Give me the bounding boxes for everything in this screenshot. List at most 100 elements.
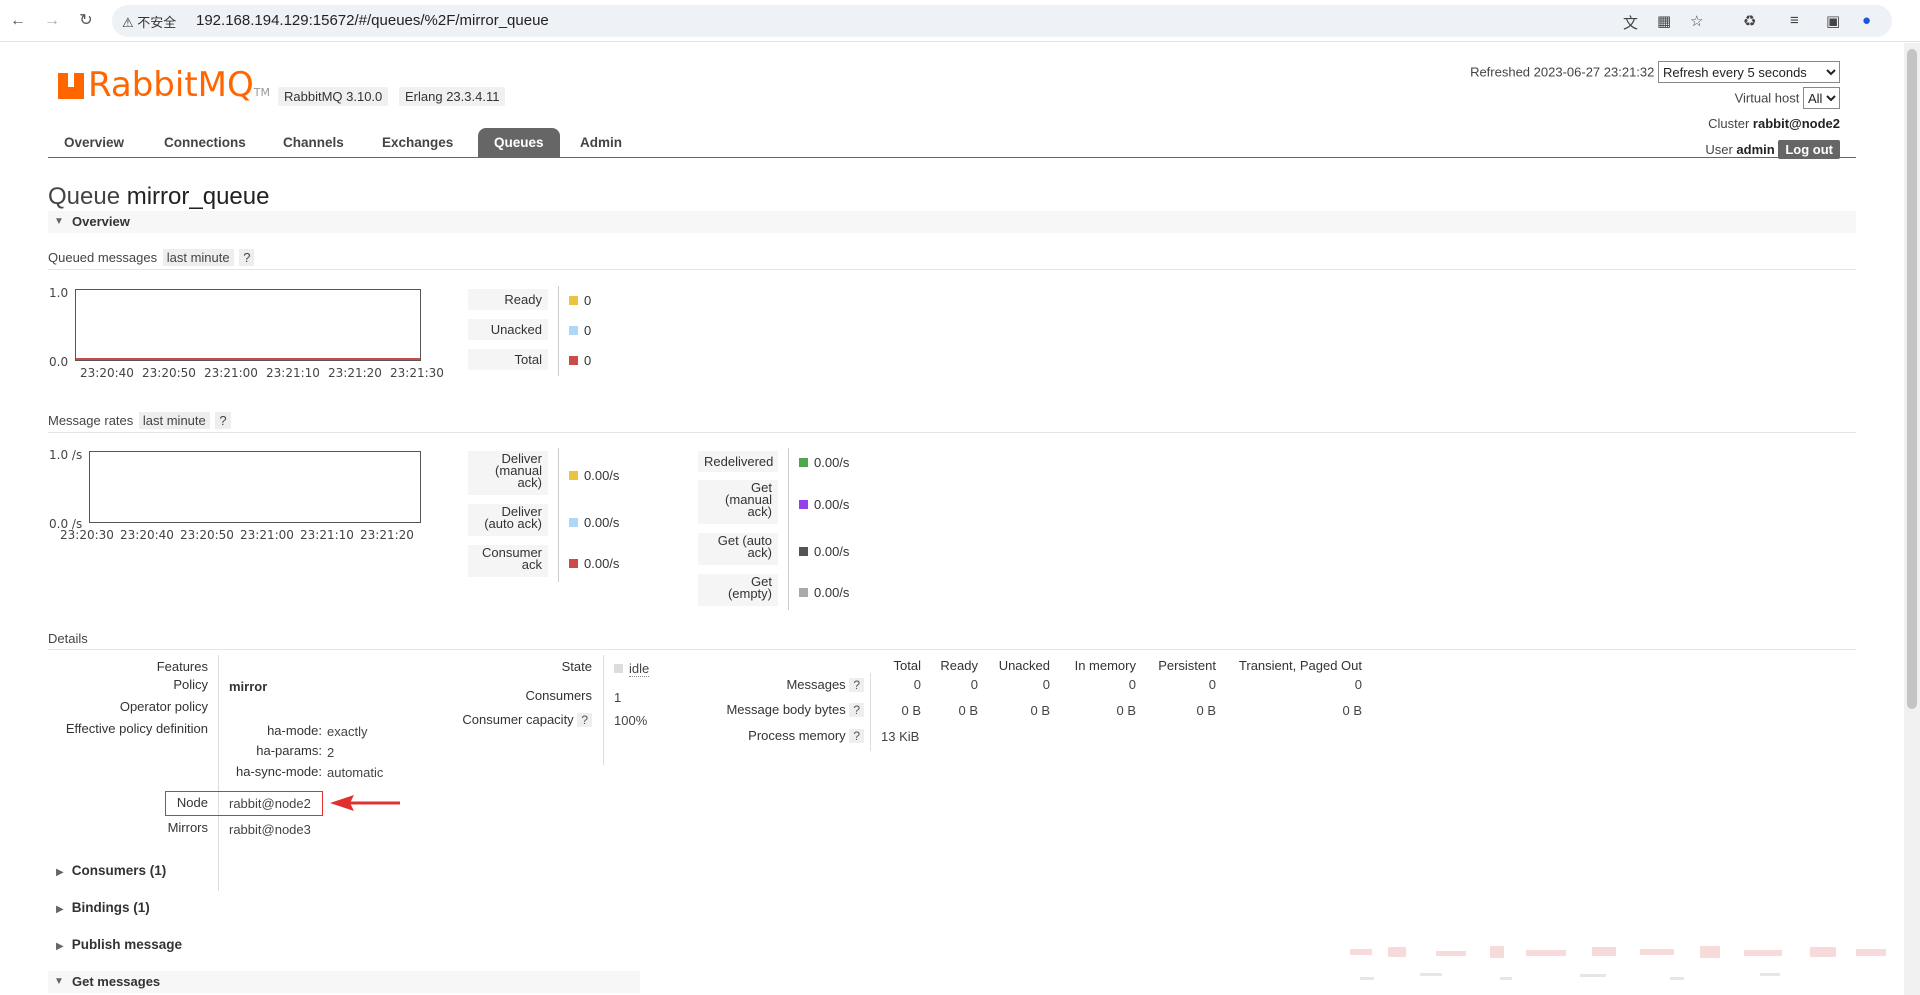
rabbitmq-logo-icon — [58, 73, 84, 99]
reload-icon[interactable]: ↻ — [74, 10, 98, 32]
overview-section-toggle[interactable]: ▼ Overview — [48, 211, 1856, 233]
queued-help-button[interactable]: ? — [239, 249, 255, 266]
bindings-section-toggle[interactable]: ▶ Bindings (1) — [56, 900, 150, 915]
legend-get-auto-value: 0.00/s — [799, 544, 849, 559]
profile-icon[interactable]: ● — [1862, 12, 1871, 29]
legend-unacked-label: Unacked — [468, 319, 548, 340]
rates-x-tick: 23:20:50 — [180, 528, 234, 542]
browser-toolbar: ← → ↻ ⚠ 不安全 192.168.194.129:15672/#/queu… — [0, 0, 1920, 42]
ha-mode-value: exactly — [327, 724, 368, 739]
refreshed-label: Refreshed 2023-06-27 23:21:32 — [1470, 64, 1655, 80]
message-rates-label-row: Message rates last minute ? — [48, 412, 231, 429]
consumers-section-toggle[interactable]: ▶ Consumers (1) — [56, 863, 166, 878]
policy-value-link[interactable]: mirror — [229, 679, 267, 694]
legend-total-value: 0 — [569, 353, 591, 368]
tab-queues[interactable]: Queues — [478, 128, 560, 158]
messages-in-memory: 0 — [1128, 677, 1136, 692]
legend-redelivered-label: Redelivered — [698, 451, 778, 472]
messages-help-button[interactable]: ? — [849, 678, 864, 692]
legend-consumer-ack-value: 0.00/s — [569, 556, 619, 571]
tab-exchanges[interactable]: Exchanges — [366, 128, 469, 158]
erlang-badge: Erlang 23.3.4.11 — [399, 87, 506, 106]
legend-get-empty-value: 0.00/s — [799, 585, 849, 600]
queued-x-tick: 23:21:00 — [204, 366, 258, 380]
effective-policy-label: Effective policy definition — [65, 721, 208, 736]
deliver-auto-value: 0.00/s — [584, 515, 620, 530]
bookmark-star-icon[interactable]: ☆ — [1690, 12, 1703, 30]
rabbitmq-logo[interactable]: RabbitMQTM — [58, 65, 270, 105]
caret-right-icon: ▶ — [56, 941, 64, 952]
rates-range-toggle[interactable]: last minute — [138, 412, 210, 429]
page-title: Queue mirror_queue — [48, 183, 269, 211]
process-memory-label-text: Process memory — [748, 728, 846, 743]
legend-divider — [788, 448, 789, 610]
get-messages-section-toggle[interactable]: ▼ Get messages — [48, 971, 640, 993]
legend-deliver-auto-value: 0.00/s — [569, 515, 619, 530]
tab-connections[interactable]: Connections — [148, 128, 262, 158]
forward-icon[interactable]: → — [40, 10, 64, 32]
ha-params-value: 2 — [327, 745, 335, 760]
insecure-label: 不安全 — [137, 15, 177, 30]
bytes-ready: 0 B — [958, 703, 978, 718]
reader-icon[interactable]: ▦ — [1657, 12, 1671, 30]
translate-icon[interactable]: 文 — [1623, 12, 1638, 33]
back-icon[interactable]: ← — [6, 10, 30, 32]
caret-right-icon: ▶ — [56, 867, 64, 878]
rates-help-button[interactable]: ? — [215, 412, 231, 429]
refresh-interval-select[interactable]: Refresh every 5 seconds — [1658, 61, 1840, 83]
queued-range-toggle[interactable]: last minute — [162, 249, 234, 266]
consumers-label: Consumers — [525, 688, 592, 703]
consumer-capacity-value: 100% — [614, 713, 648, 728]
extensions-icon[interactable]: ♻ — [1743, 12, 1756, 30]
ha-sync-mode-value: automatic — [327, 765, 384, 780]
legend-redelivered-value: 0.00/s — [799, 455, 849, 470]
divider — [48, 432, 1856, 433]
publish-section-toggle[interactable]: ▶ Publish message — [56, 937, 182, 952]
legend-total-label: Total — [468, 349, 548, 370]
version-badge: RabbitMQ 3.10.0 — [278, 87, 389, 106]
ha-mode-label: ha-mode: — [267, 723, 322, 738]
process-memory-help-button[interactable]: ? — [849, 729, 864, 743]
node-highlight-annotation — [165, 791, 323, 816]
virtual-host-select[interactable]: All — [1803, 87, 1840, 109]
legend-line: Redelivered — [704, 454, 774, 469]
tab-admin[interactable]: Admin — [564, 128, 638, 158]
rates-x-tick: 23:21:00 — [240, 528, 294, 542]
redelivered-value: 0.00/s — [814, 455, 850, 470]
get-auto-swatch — [799, 547, 808, 556]
queued-messages-label-row: Queued messages last minute ? — [48, 249, 255, 266]
state-label: State — [561, 659, 592, 674]
legend-divider — [558, 286, 559, 376]
url-text[interactable]: 192.168.194.129:15672/#/queues/%2F/mirro… — [196, 12, 549, 29]
message-rates-label: Message rates — [48, 413, 134, 428]
ready-swatch — [569, 296, 578, 305]
watermark-image — [1350, 946, 1886, 980]
tab-overview[interactable]: Overview — [48, 128, 140, 158]
policy-label: Policy — [173, 677, 208, 692]
features-label: Features — [156, 659, 208, 674]
queued-x-tick: 23:20:50 — [142, 366, 196, 380]
body-bytes-label: Message body bytes ? — [680, 702, 864, 717]
queue-name: mirror_queue — [126, 183, 270, 210]
rabbitmq-management-page: RabbitMQTM RabbitMQ 3.10.0 Erlang 23.3.4… — [0, 43, 1904, 995]
get-manual-value: 0.00/s — [814, 497, 850, 512]
tab-channels[interactable]: Channels — [267, 128, 360, 158]
process-memory-value: 13 KiB — [881, 729, 920, 744]
deliver-manual-value: 0.00/s — [584, 468, 620, 483]
bytes-total: 0 B — [901, 703, 921, 718]
details-divider — [218, 655, 219, 891]
legend-deliver-auto-label: Deliver (auto ack) — [468, 504, 548, 536]
total-value: 0 — [584, 353, 592, 368]
legend-divider — [558, 448, 559, 582]
scrollbar-thumb[interactable] — [1907, 49, 1917, 709]
insecure-warning-icon[interactable]: ⚠ 不安全 — [122, 12, 176, 31]
page-scrollbar[interactable] — [1904, 43, 1920, 995]
rates-x-tick: 23:21:10 — [300, 528, 354, 542]
capacity-help-button[interactable]: ? — [577, 713, 592, 727]
details-divider — [603, 655, 604, 765]
puzzle-icon[interactable]: ▣ — [1826, 12, 1840, 30]
legend-get-auto-label: Get (auto ack) — [698, 533, 778, 565]
reading-list-icon[interactable]: ≡ — [1790, 12, 1799, 29]
main-nav-tabs: Overview Connections Channels Exchanges … — [48, 128, 1856, 158]
body-bytes-help-button[interactable]: ? — [849, 703, 864, 717]
